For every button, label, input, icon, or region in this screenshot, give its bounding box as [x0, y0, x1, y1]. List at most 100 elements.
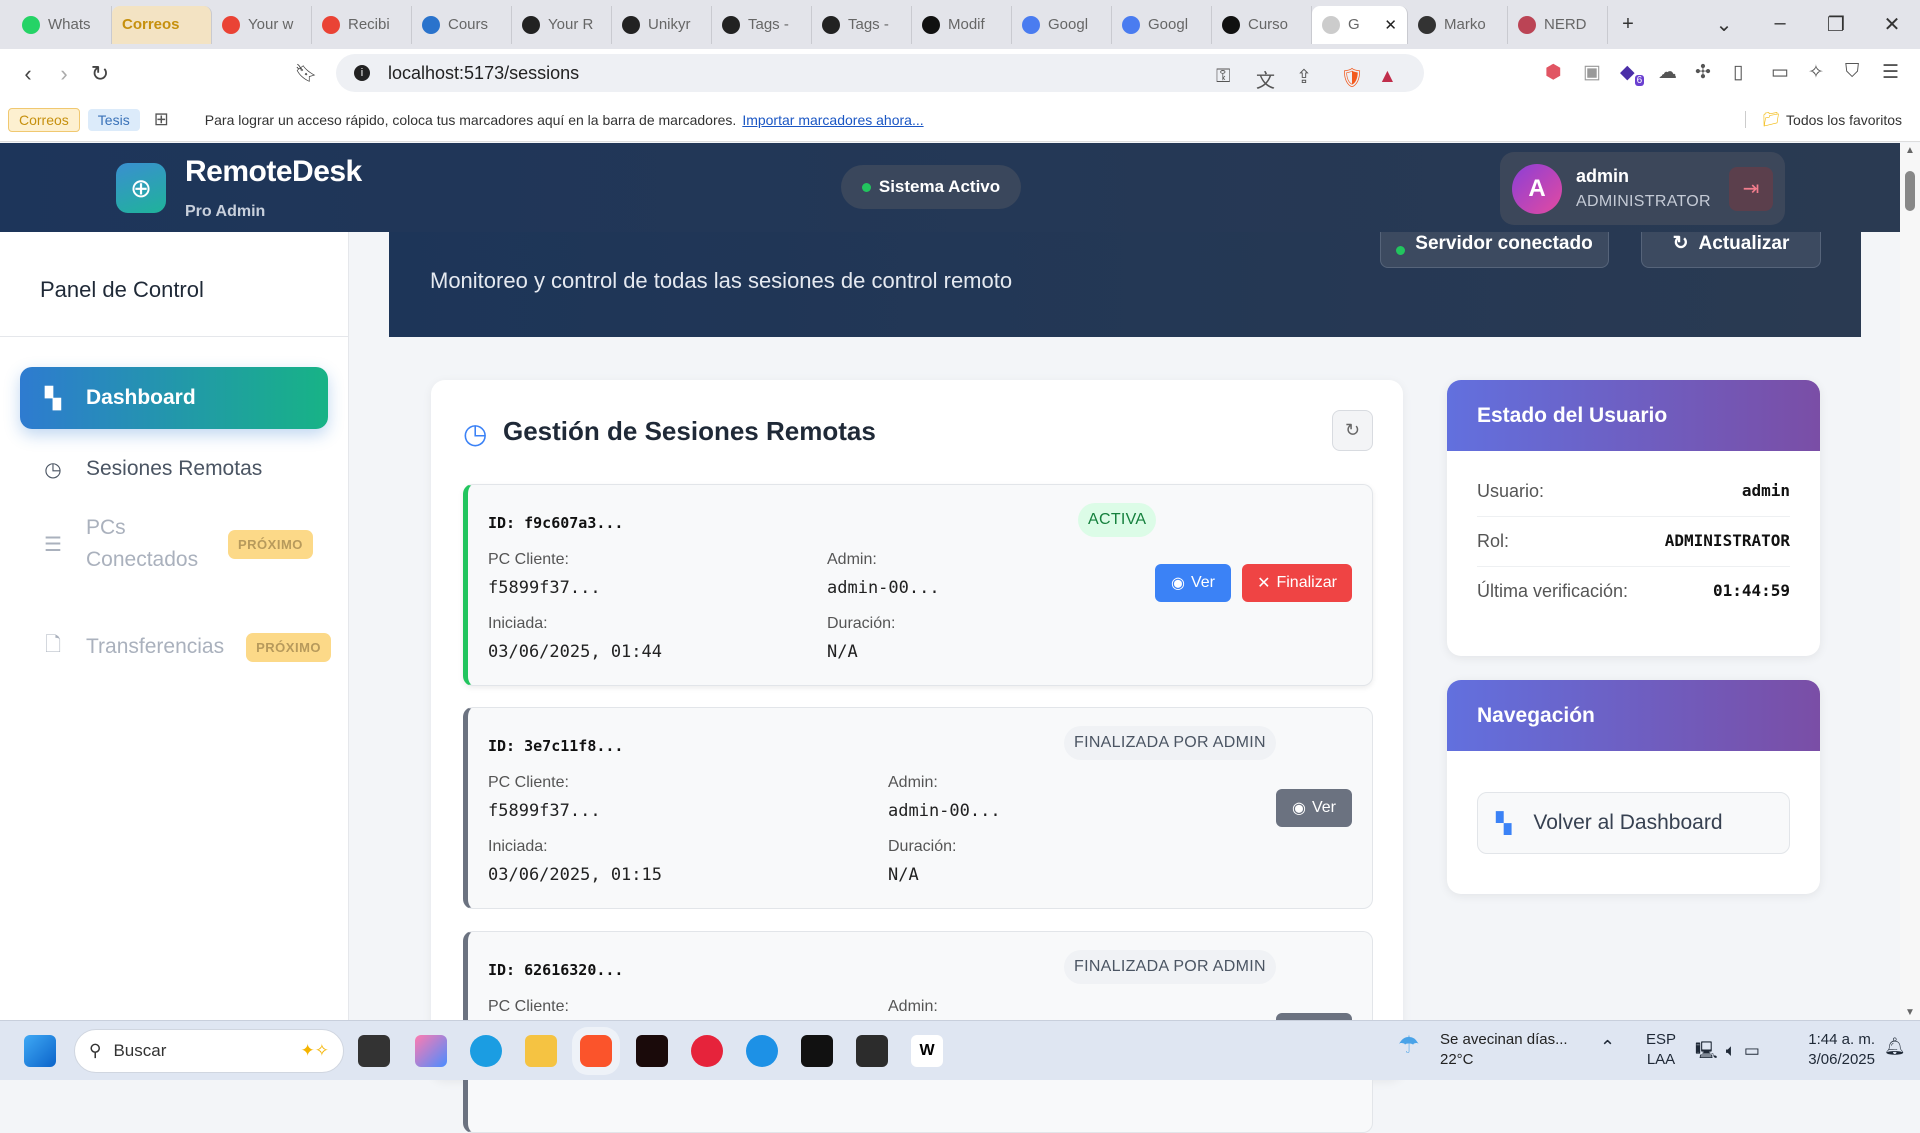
- reload-button[interactable]: ↻: [82, 61, 118, 87]
- windows-start-icon[interactable]: [24, 1035, 56, 1067]
- language-secondary: LAA: [1646, 1051, 1676, 1068]
- translate-icon[interactable]: 文: [1256, 66, 1275, 93]
- edge-icon[interactable]: [470, 1035, 502, 1067]
- file-explorer-icon[interactable]: [525, 1035, 557, 1067]
- terminal-icon[interactable]: [856, 1035, 888, 1067]
- scroll-up-icon[interactable]: ▲: [1905, 145, 1915, 156]
- msi-icon[interactable]: [636, 1035, 668, 1067]
- tab-label: Tags -: [748, 16, 789, 33]
- sidebar-title: Panel de Control: [40, 277, 204, 302]
- apps-grid-icon[interactable]: ⊞: [154, 109, 169, 130]
- language-indicator[interactable]: ESP LAA: [1646, 1030, 1676, 1070]
- browser-tab[interactable]: Cours: [412, 5, 512, 44]
- word-app-icon[interactable]: W: [911, 1035, 943, 1067]
- vpn-icon[interactable]: ⛉: [1845, 61, 1859, 83]
- status-badge: FINALIZADA POR ADMIN: [1064, 726, 1276, 760]
- extension-icon[interactable]: ▣: [1583, 61, 1601, 84]
- session-card: ID: 3e7c11f8... FINALIZADA POR ADMIN PC …: [463, 707, 1373, 909]
- maximize-button[interactable]: ❐: [1808, 12, 1864, 37]
- refresh-sessions-button[interactable]: ↻: [1332, 410, 1373, 451]
- tab-search-chevron-icon[interactable]: ⌄: [1696, 12, 1752, 37]
- browser-tab[interactable]: Tags -: [712, 5, 812, 44]
- sidebar-item-pcs-conectados[interactable]: ☰ PCs Conectados PRÓXIMO: [20, 510, 328, 578]
- user-menu[interactable]: A admin ADMINISTRATOR ⇥: [1500, 152, 1785, 225]
- view-session-button[interactable]: ◉ Ver: [1155, 564, 1231, 602]
- browser-tab[interactable]: Modif: [912, 5, 1012, 44]
- new-tab-button[interactable]: +: [1608, 13, 1648, 36]
- browser-tab[interactable]: Tags -: [812, 5, 912, 44]
- bookmark-icon[interactable]: 🔖︎: [288, 63, 324, 84]
- task-view-icon[interactable]: [358, 1035, 390, 1067]
- share-icon[interactable]: ⇪: [1296, 66, 1312, 89]
- brave-shields-icon[interactable]: 🛡︎: [1340, 66, 1364, 90]
- duration-label: Duración:: [888, 838, 957, 855]
- sidebar-item-label: Sesiones Remotas: [86, 457, 263, 480]
- page-scrollbar[interactable]: ▲ ▼: [1900, 143, 1920, 1020]
- coming-soon-badge: PRÓXIMO: [228, 529, 313, 559]
- admin-value: admin-00...: [827, 578, 940, 598]
- browser-tab[interactable]: Your w: [212, 5, 312, 44]
- extension-shield-icon[interactable]: ⬢: [1545, 61, 1562, 84]
- bookmark-tesis[interactable]: Tesis: [87, 108, 140, 131]
- menu-icon[interactable]: ☰: [1882, 61, 1899, 84]
- browser-tab[interactable]: G ✕: [1312, 5, 1408, 44]
- logout-button[interactable]: ⇥: [1729, 166, 1773, 211]
- browser-tab[interactable]: Whats: [12, 5, 112, 44]
- pc-label: PC Cliente:: [488, 998, 569, 1015]
- sidebar-item-transferencias[interactable]: 🗋︎ Transferencias PRÓXIMO: [20, 622, 350, 672]
- key-icon[interactable]: ⚿: [1216, 66, 1230, 88]
- browser-tab[interactable]: NERD: [1508, 5, 1608, 44]
- view-label: Ver: [1311, 799, 1336, 816]
- docker-icon[interactable]: [746, 1035, 778, 1067]
- system-tray[interactable]: 🖳︎🔈︎▭: [1695, 1038, 1768, 1067]
- minimize-button[interactable]: –: [1752, 12, 1808, 37]
- sidebar-item-dashboard[interactable]: ▚ Dashboard: [20, 367, 328, 429]
- clock[interactable]: 1:44 a. m. 3/06/2025: [1795, 1030, 1875, 1070]
- extension-icon[interactable]: ☁: [1658, 61, 1677, 84]
- copilot-icon[interactable]: [415, 1035, 447, 1067]
- browser-tab[interactable]: Your R: [512, 5, 612, 44]
- sidebar-toggle-icon[interactable]: ▯: [1733, 61, 1743, 84]
- browser-tab[interactable]: Correos: [112, 5, 212, 44]
- taskbar-search[interactable]: ⚲ Buscar ✦✧: [74, 1029, 344, 1073]
- close-tab-icon[interactable]: ✕: [1384, 16, 1397, 34]
- app-icon[interactable]: [801, 1035, 833, 1067]
- browser-tab[interactable]: Curso: [1212, 5, 1312, 44]
- browser-tab[interactable]: Googl: [1012, 5, 1112, 44]
- weather-widget[interactable]: Se avecinan días... 22°C: [1440, 1030, 1568, 1070]
- import-bookmarks-link[interactable]: Importar marcadores ahora...: [742, 112, 923, 128]
- back-to-dashboard-button[interactable]: ▚ Volver al Dashboard: [1477, 792, 1790, 854]
- back-button[interactable]: ‹: [10, 61, 46, 87]
- row-value: ADMINISTRATOR: [1664, 531, 1790, 550]
- forward-button[interactable]: ›: [46, 61, 82, 87]
- scroll-down-icon[interactable]: ▼: [1905, 1007, 1915, 1018]
- globe-logo-icon: ⊕: [116, 163, 166, 213]
- bookmark-correos[interactable]: Correos: [8, 107, 80, 132]
- volume-icon: 🔈︎: [1725, 1041, 1744, 1060]
- extension-badge-icon[interactable]: ◆ 6: [1620, 61, 1645, 86]
- leo-ai-icon[interactable]: ✧: [1808, 61, 1824, 84]
- notifications-bell-icon[interactable]: 🔔︎: [1884, 1037, 1906, 1057]
- scrollbar-thumb[interactable]: [1905, 171, 1915, 211]
- url-bar[interactable]: i localhost:5173/sessions ⚿ 文 ⇪ 🛡︎ ▲: [336, 54, 1424, 92]
- browser-tab[interactable]: Recibi: [312, 5, 412, 44]
- sidebar-item-sesiones-remotas[interactable]: ◷ Sesiones Remotas: [20, 444, 328, 494]
- end-session-button[interactable]: ✕ Finalizar: [1242, 564, 1352, 602]
- session-id: ID: 62616320...: [488, 961, 624, 979]
- eye-icon: ◉: [1292, 800, 1306, 817]
- youtube-music-icon[interactable]: [691, 1035, 723, 1067]
- brave-rewards-icon[interactable]: ▲: [1378, 66, 1397, 88]
- browser-tab[interactable]: Marko: [1408, 5, 1508, 44]
- extensions-puzzle-icon[interactable]: ✣: [1695, 61, 1711, 84]
- github-icon: [622, 15, 640, 34]
- browser-tab[interactable]: Googl: [1112, 5, 1212, 44]
- all-favorites-button[interactable]: 📁︎ Todos los favoritos: [1745, 111, 1902, 128]
- brave-icon[interactable]: [580, 1035, 612, 1067]
- site-info-icon[interactable]: i: [354, 65, 370, 81]
- browser-tab[interactable]: Unikyr: [612, 5, 712, 44]
- close-window-button[interactable]: ✕: [1864, 12, 1920, 37]
- show-hidden-icons-chevron-icon[interactable]: ⌃: [1600, 1037, 1615, 1058]
- wallet-icon[interactable]: ▭: [1771, 61, 1789, 84]
- tab-label: Marko: [1444, 16, 1486, 33]
- view-session-button[interactable]: ◉ Ver: [1276, 789, 1352, 827]
